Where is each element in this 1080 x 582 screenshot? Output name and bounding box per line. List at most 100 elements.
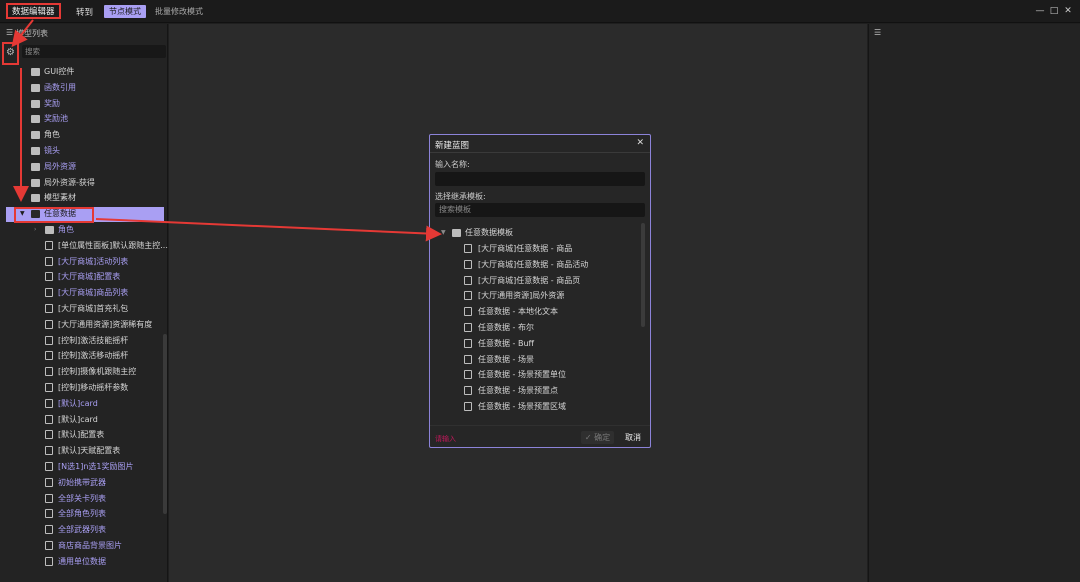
tree-item[interactable]: › 局外资源-获得 bbox=[0, 176, 162, 190]
tree-item[interactable]: 通用单位数据 bbox=[0, 555, 162, 569]
template-item[interactable]: 任意数据 - 场景 bbox=[430, 353, 635, 367]
template-item-label: 任意数据 - 场景 bbox=[478, 354, 534, 364]
dialog-close-icon[interactable]: ✕ bbox=[636, 138, 644, 148]
file-icon bbox=[45, 541, 53, 550]
tree-item-label: [大厅商城]活动列表 bbox=[58, 256, 129, 266]
file-icon bbox=[464, 386, 472, 396]
tree-item[interactable]: [控制]摄像机跟随主控 bbox=[0, 365, 162, 379]
tree-item-label: 全部角色列表 bbox=[58, 509, 106, 519]
ok-button[interactable]: ✓ 确定 bbox=[581, 431, 614, 444]
template-item[interactable]: 任意数据 - Buff bbox=[430, 337, 635, 351]
tree-item[interactable]: [大厅商城]活动列表 bbox=[0, 255, 162, 269]
chevron-right-icon[interactable]: › bbox=[20, 191, 28, 205]
chevron-right-icon[interactable]: › bbox=[20, 176, 28, 190]
model-list-panel: ☰ 模型列表 ⚙ 搜索 › GUI控件 › 函数引用 › 奖励 › 奖励池 › 角色 › 镜头 › 局外资… bbox=[0, 24, 168, 582]
template-item[interactable]: [大厅商城]任意数据 - 商品 bbox=[430, 242, 635, 256]
tree-item[interactable]: › 镜头 bbox=[0, 144, 162, 158]
tree-item[interactable]: 商店商品背景图片 bbox=[0, 539, 162, 553]
tree-item[interactable]: [控制]激活移动摇杆 bbox=[0, 349, 162, 363]
template-scrollbar[interactable] bbox=[641, 223, 645, 327]
close-icon[interactable]: ✕ bbox=[1063, 6, 1073, 16]
tree-item[interactable]: › 角色 bbox=[0, 223, 162, 237]
tree-item[interactable]: 全部关卡列表 bbox=[0, 492, 162, 506]
template-search-input[interactable]: 搜索模板 bbox=[435, 203, 645, 217]
tree-item-label: [大厅商城]首充礼包 bbox=[58, 304, 129, 313]
file-icon bbox=[45, 304, 53, 313]
tree-item-label: [控制]激活技能摇杆 bbox=[58, 335, 129, 345]
tree-item[interactable]: › 奖励 bbox=[0, 97, 162, 111]
node-mode-tab[interactable]: 节点模式 bbox=[104, 5, 146, 18]
folder-icon bbox=[31, 99, 40, 108]
file-icon bbox=[45, 446, 53, 456]
file-icon bbox=[45, 319, 53, 329]
tree-item[interactable]: › 奖励池 bbox=[0, 112, 162, 126]
tree-item[interactable]: [控制]激活技能摇杆 bbox=[0, 334, 162, 348]
tree-item[interactable]: [大厅通用资源]资源稀有度 bbox=[0, 318, 162, 332]
tree-item[interactable]: [默认]card bbox=[0, 413, 162, 427]
tree-item[interactable]: [大厅商城]商品列表 bbox=[0, 286, 162, 300]
chevron-right-icon[interactable]: › bbox=[34, 223, 42, 237]
tree-item[interactable]: [默认]天赋配置表 bbox=[0, 444, 162, 458]
template-item[interactable]: [大厅通用资源]局外资源 bbox=[430, 289, 635, 303]
file-icon bbox=[464, 307, 472, 317]
tree-item[interactable]: [大厅商城]配置表 bbox=[0, 270, 162, 284]
check-icon: ✓ bbox=[584, 433, 595, 442]
tree-item-label: 奖励池 bbox=[44, 114, 68, 124]
chevron-down-icon[interactable]: ▼ bbox=[441, 226, 449, 240]
model-search-input[interactable]: 搜索 bbox=[22, 45, 166, 58]
goto-menu[interactable]: 转到 bbox=[76, 6, 93, 18]
template-group[interactable]: ▼ 任意数据模板 bbox=[430, 226, 640, 240]
tree-item[interactable]: 初始携带武器 bbox=[0, 476, 162, 490]
template-label: 选择继承模板: bbox=[435, 192, 486, 201]
chevron-right-icon[interactable]: › bbox=[20, 144, 28, 158]
tree-item[interactable]: 全部角色列表 bbox=[0, 507, 162, 521]
tree-item[interactable]: › 局外资源 bbox=[0, 160, 162, 174]
template-item-label: 任意数据 - 场景预置区域 bbox=[478, 402, 566, 411]
file-icon bbox=[45, 493, 53, 503]
tree-item[interactable]: [N选1]n选1奖励图片 bbox=[0, 460, 162, 474]
app-title[interactable]: 数据编辑器 bbox=[6, 3, 61, 19]
maximize-icon[interactable]: □ bbox=[1049, 6, 1059, 16]
template-item[interactable]: 任意数据 - 布尔 bbox=[430, 321, 635, 335]
divider bbox=[430, 425, 650, 426]
chevron-right-icon[interactable]: › bbox=[20, 112, 28, 126]
tree-item-label: [控制]激活移动摇杆 bbox=[58, 351, 129, 361]
tree-item[interactable]: › 模型素材 bbox=[0, 191, 162, 205]
tree-item[interactable]: [默认]配置表 bbox=[0, 428, 162, 442]
template-item[interactable]: [大厅商城]任意数据 - 商品页 bbox=[430, 274, 635, 288]
tree-item-label: [默认]配置表 bbox=[58, 430, 105, 440]
chevron-right-icon[interactable]: › bbox=[20, 65, 28, 79]
tree-item[interactable]: [大厅商城]首充礼包 bbox=[0, 302, 162, 316]
chevron-right-icon[interactable]: › bbox=[20, 81, 28, 95]
file-icon bbox=[464, 244, 472, 253]
tree-item[interactable]: › 角色 bbox=[0, 128, 162, 142]
tree-item[interactable]: › 函数引用 bbox=[0, 81, 162, 95]
panel-title: 模型列表 bbox=[16, 29, 48, 38]
settings-button[interactable]: ⚙ bbox=[2, 42, 19, 65]
file-icon bbox=[464, 291, 472, 301]
tree-item-label: [控制]摄像机跟随主控 bbox=[58, 367, 137, 377]
template-item[interactable]: [大厅商城]任意数据 - 商品活动 bbox=[430, 258, 635, 272]
template-item[interactable]: 任意数据 - 场景预置点 bbox=[430, 384, 635, 398]
tree-item[interactable]: › GUI控件 bbox=[0, 65, 162, 79]
minimize-icon[interactable]: — bbox=[1035, 6, 1045, 16]
batch-mode-tab[interactable]: 批量修改模式 bbox=[155, 6, 203, 17]
folder-icon bbox=[31, 162, 40, 171]
file-icon bbox=[45, 367, 53, 377]
tree-item[interactable]: [默认]card bbox=[0, 397, 162, 411]
tree-item[interactable]: 全部武器列表 bbox=[0, 523, 162, 537]
tree-item[interactable]: [控制]移动摇杆参数 bbox=[0, 381, 162, 395]
template-item[interactable]: 任意数据 - 本地化文本 bbox=[430, 305, 635, 319]
file-icon bbox=[45, 383, 53, 392]
chevron-right-icon[interactable]: › bbox=[20, 128, 28, 142]
name-input[interactable] bbox=[435, 172, 645, 186]
new-blueprint-dialog: 新建蓝图 ✕ 输入名称: 选择继承模板: 搜索模板 ▼ 任意数据模板 [大厅商城]任… bbox=[429, 134, 651, 448]
chevron-right-icon[interactable]: › bbox=[20, 97, 28, 111]
template-item[interactable]: 任意数据 - 场景预置区域 bbox=[430, 400, 635, 414]
tree-item-label: [默认]card bbox=[58, 398, 98, 408]
tree-item[interactable]: [单位属性面板]默认跟随主控... bbox=[0, 239, 168, 253]
cancel-button[interactable]: 取消 bbox=[621, 431, 645, 444]
template-item[interactable]: 任意数据 - 场景预置单位 bbox=[430, 368, 635, 382]
chevron-right-icon[interactable]: › bbox=[20, 160, 28, 174]
tree-scrollbar[interactable] bbox=[163, 334, 167, 514]
